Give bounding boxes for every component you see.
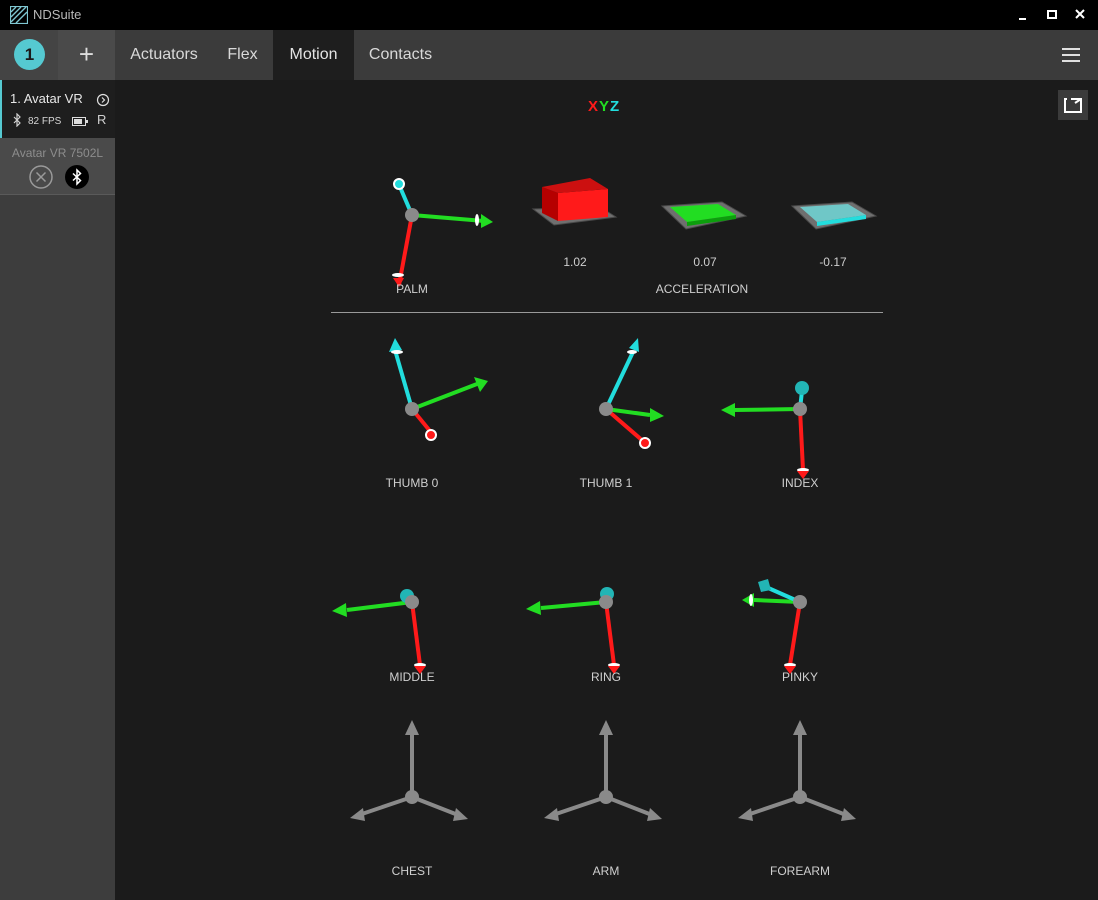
bluetooth-icon — [13, 113, 21, 127]
bluetooth-connect-icon[interactable] — [65, 165, 89, 189]
acceleration-y-cube — [660, 201, 748, 230]
pinky-label: PINKY — [781, 670, 818, 684]
hand-side-label: R — [97, 112, 107, 127]
device-number-badge[interactable]: 1 — [14, 39, 45, 70]
expand-view-button[interactable] — [1058, 90, 1088, 120]
ring-label: RING — [591, 670, 621, 684]
palm-label: PALM — [396, 282, 428, 296]
acceleration-x-cube — [531, 178, 618, 226]
chest-label: CHEST — [391, 864, 433, 878]
disconnect-icon[interactable] — [29, 165, 53, 189]
acceleration-label: ACCELERATION — [655, 282, 749, 296]
index-label: INDEX — [781, 476, 819, 490]
minimize-icon[interactable] — [1011, 6, 1035, 24]
close-icon[interactable] — [1068, 6, 1092, 24]
device-selector[interactable]: 1 — [0, 30, 58, 80]
tab-flex[interactable]: Flex — [212, 30, 273, 80]
device-sidebar: 1. Avatar VR 82 FPS R Avatar VR 7502L — [0, 80, 115, 900]
y-axis-legend: Y — [599, 98, 611, 115]
fps-readout: 82 FPS — [28, 116, 62, 127]
tab-bar: 1 + Actuators Flex Motion Contacts — [0, 30, 1098, 80]
forearm-gizmo — [738, 720, 856, 821]
device-card-secondary[interactable]: Avatar VR 7502L — [0, 138, 115, 195]
palm-gizmo — [392, 178, 493, 287]
arm-label: ARM — [592, 864, 620, 878]
hamburger-menu-icon[interactable] — [1058, 45, 1086, 65]
acceleration-z-value: -0.17 — [819, 255, 847, 269]
tab-contacts[interactable]: Contacts — [354, 30, 447, 80]
thumb1-label: THUMB 1 — [579, 476, 633, 490]
ndsuite-logo-icon — [10, 6, 28, 24]
forearm-label: FOREARM — [770, 864, 830, 878]
middle-gizmo — [332, 589, 426, 674]
thumb0-gizmo — [389, 338, 488, 441]
ring-gizmo — [526, 587, 620, 674]
acceleration-z-cube — [790, 201, 878, 230]
arm-gizmo — [544, 720, 662, 821]
device-name: 1. Avatar VR — [10, 91, 83, 106]
maximize-icon[interactable] — [1040, 6, 1064, 24]
tab-motion[interactable]: Motion — [273, 30, 354, 80]
device-card[interactable]: 1. Avatar VR 82 FPS R — [0, 80, 115, 138]
thumb1-gizmo — [599, 338, 664, 449]
thumb0-label: THUMB 0 — [385, 476, 439, 490]
middle-label: MIDDLE — [389, 670, 435, 684]
play-circle-icon[interactable] — [96, 93, 110, 107]
section-divider — [331, 312, 883, 313]
index-gizmo — [721, 381, 809, 479]
device2-name: Avatar VR 7502L — [11, 146, 104, 160]
motion-panel: XYZ 1.02 0.07 -0.17 PALM ACCELERATION TH… — [115, 80, 1098, 900]
x-axis-legend: X — [588, 98, 600, 115]
window-title: NDSuite — [33, 7, 82, 22]
z-axis-legend: Z — [610, 98, 621, 115]
expand-icon — [1064, 98, 1082, 113]
title-bar: NDSuite — [0, 0, 1098, 30]
acceleration-x-value: 1.02 — [563, 255, 587, 269]
battery-icon — [72, 117, 88, 126]
chest-gizmo — [350, 720, 468, 821]
acceleration-y-value: 0.07 — [693, 255, 717, 269]
tab-actuators[interactable]: Actuators — [116, 30, 212, 80]
pinky-gizmo — [742, 579, 807, 674]
add-device-button[interactable]: + — [58, 30, 115, 80]
axis-legend: XYZ — [588, 98, 620, 115]
